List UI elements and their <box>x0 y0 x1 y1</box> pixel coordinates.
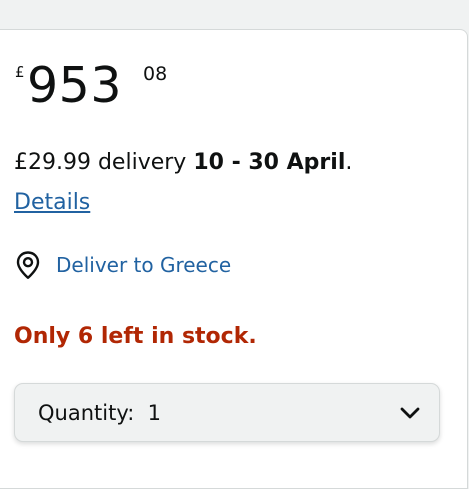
delivery-message: £29.99 delivery 10 - 30 April. <box>14 148 352 178</box>
stock-status: Only 6 left in stock. <box>14 324 257 349</box>
quantity-text: Quantity: 1 <box>38 398 161 428</box>
price-whole: 953 <box>27 57 123 114</box>
location-pin-icon <box>15 250 41 280</box>
price-fraction: 08 <box>143 63 168 85</box>
delivery-price-text: £29.99 delivery <box>14 150 194 175</box>
details-link[interactable]: Details <box>14 188 90 218</box>
price-currency-symbol: £ <box>15 63 25 81</box>
quantity-label: Quantity: <box>38 401 135 425</box>
deliver-to-label: Deliver to Greece <box>56 253 232 277</box>
quantity-dropdown[interactable]: Quantity: 1 <box>14 383 440 442</box>
delivery-suffix: . <box>345 150 353 175</box>
chevron-down-icon <box>399 405 421 424</box>
deliver-to-location[interactable]: Deliver to Greece <box>15 250 231 280</box>
delivery-dates: 10 - 30 April <box>193 150 346 175</box>
quantity-value: 1 <box>147 401 162 425</box>
